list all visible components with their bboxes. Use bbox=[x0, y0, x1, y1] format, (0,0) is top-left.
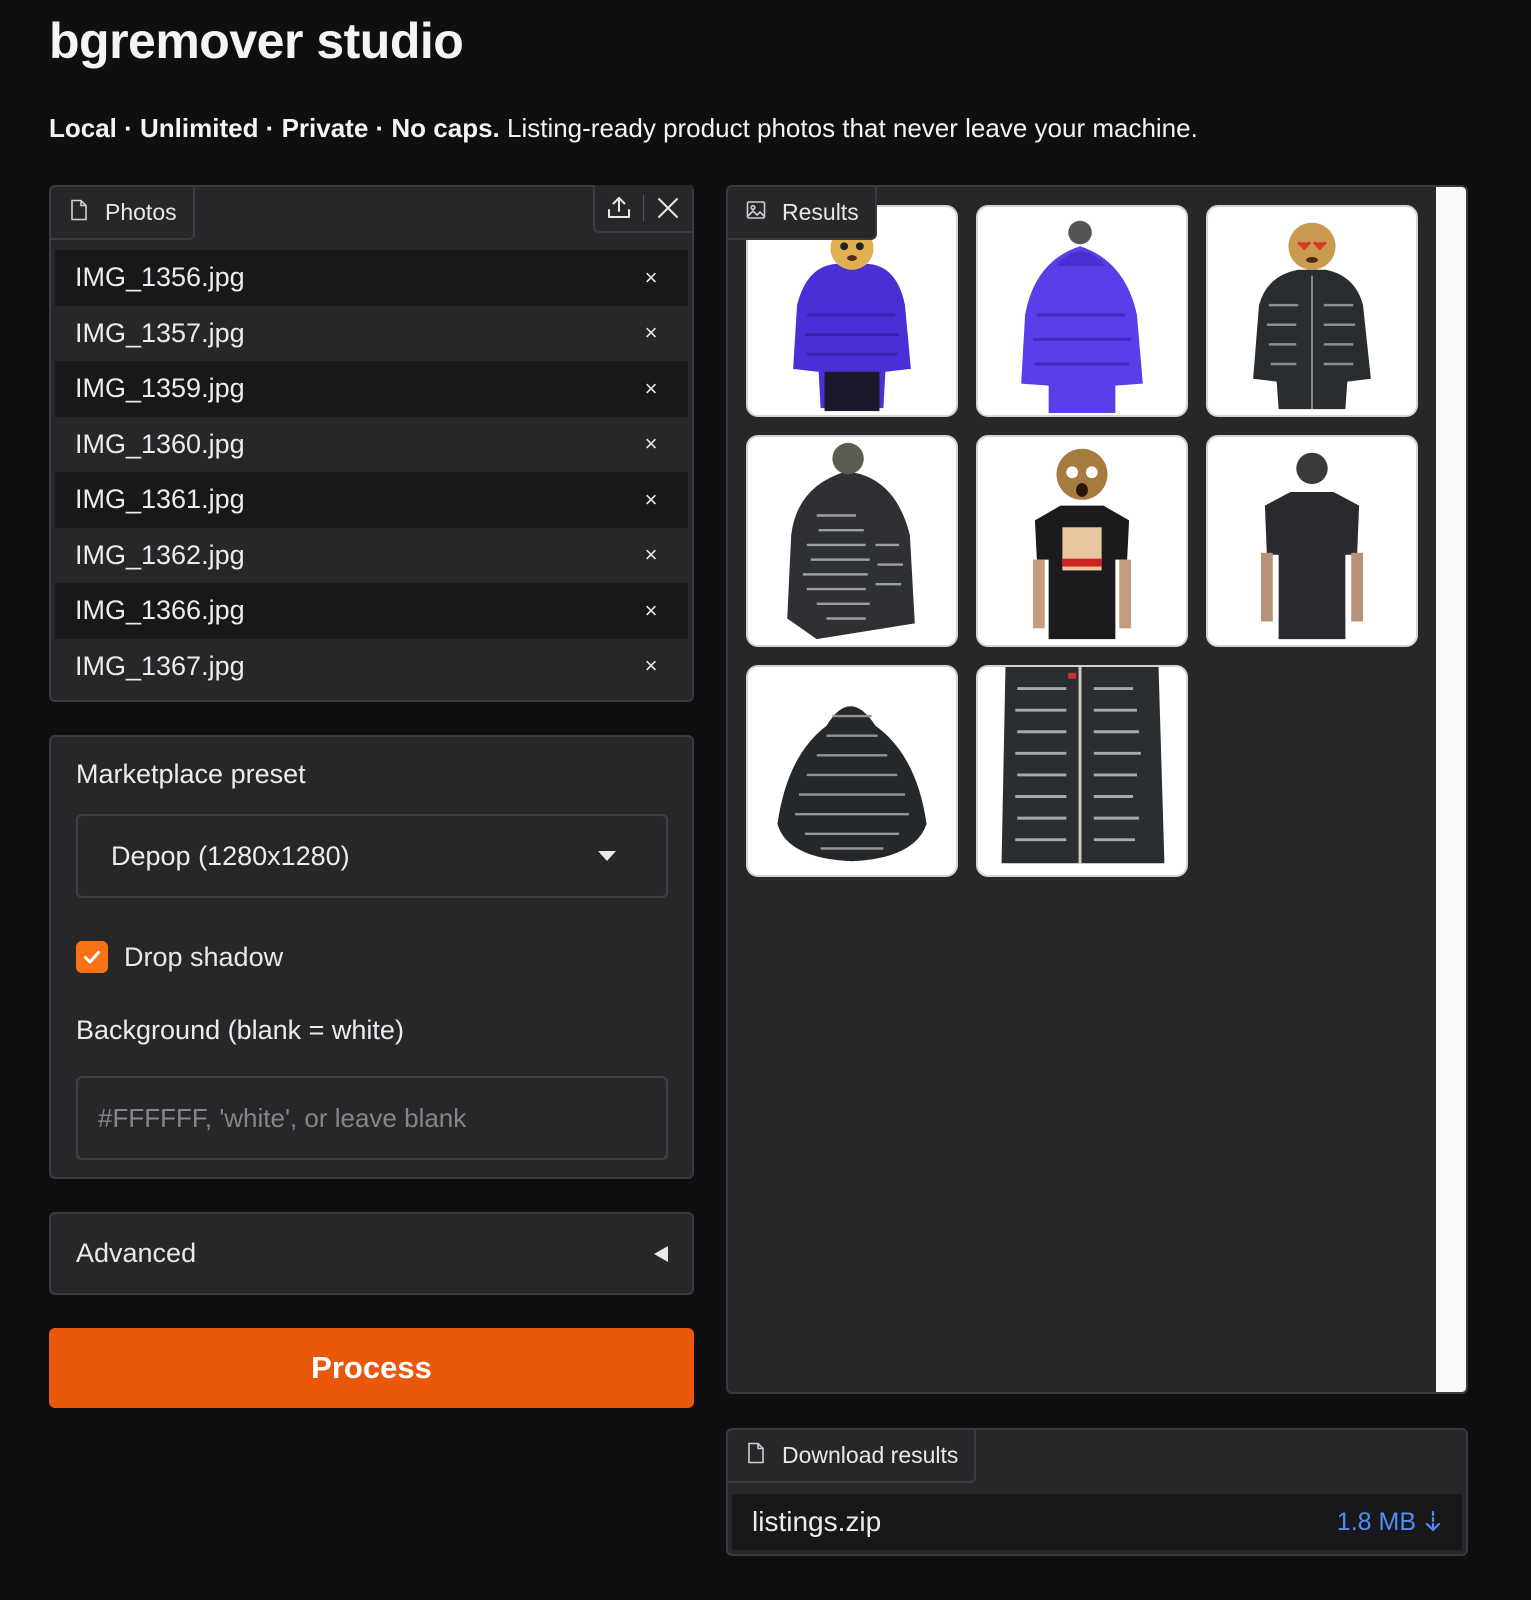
gallery-scrollbar[interactable] bbox=[1436, 187, 1466, 1392]
result-thumbnail[interactable] bbox=[976, 665, 1188, 877]
photos-toolbar bbox=[593, 185, 692, 233]
tagline-bold: Local · Unlimited · Private · No caps. bbox=[49, 113, 500, 143]
remove-file-button[interactable]: × bbox=[638, 487, 664, 513]
file-name: IMG_1359.jpg bbox=[75, 373, 245, 404]
result-thumbnail[interactable] bbox=[976, 205, 1188, 417]
preset-label: Marketplace preset bbox=[76, 759, 306, 789]
upload-button[interactable] bbox=[595, 186, 643, 230]
clear-button[interactable] bbox=[644, 186, 692, 230]
file-list-item: IMG_1367.jpg × bbox=[55, 638, 688, 694]
file-list-item: IMG_1366.jpg × bbox=[55, 583, 688, 639]
drop-shadow-checkbox[interactable] bbox=[76, 941, 108, 973]
file-name: IMG_1356.jpg bbox=[75, 262, 245, 293]
advanced-accordion[interactable]: Advanced bbox=[49, 1212, 694, 1295]
file-name: IMG_1367.jpg bbox=[75, 650, 245, 681]
preset-select[interactable]: Depop (1280x1280) bbox=[76, 814, 668, 898]
remove-file-button[interactable]: × bbox=[638, 320, 664, 346]
file-name: IMG_1362.jpg bbox=[75, 539, 245, 570]
result-thumbnail[interactable] bbox=[1206, 205, 1418, 417]
file-name: IMG_1357.jpg bbox=[75, 317, 245, 348]
file-icon bbox=[746, 1442, 766, 1470]
download-file-row: listings.zip 1.8 MB bbox=[732, 1494, 1462, 1550]
file-icon bbox=[69, 199, 89, 227]
result-thumbnail[interactable] bbox=[1206, 435, 1418, 647]
file-list-item: IMG_1359.jpg × bbox=[55, 361, 688, 417]
check-icon bbox=[84, 951, 100, 964]
background-input[interactable] bbox=[76, 1076, 668, 1160]
preset-value: Depop (1280x1280) bbox=[111, 840, 350, 871]
results-panel: Results bbox=[726, 185, 1468, 1394]
image-icon bbox=[746, 199, 766, 227]
file-list-item: IMG_1357.jpg × bbox=[55, 305, 688, 361]
zip-file-name: listings.zip bbox=[752, 1506, 882, 1537]
upload-icon bbox=[608, 197, 630, 218]
tagline-text: Listing-ready product photos that never … bbox=[499, 113, 1198, 143]
close-icon bbox=[658, 198, 678, 218]
remove-file-button[interactable]: × bbox=[638, 265, 664, 291]
remove-file-button[interactable]: × bbox=[638, 598, 664, 624]
tagline: Local · Unlimited · Private · No caps. L… bbox=[49, 113, 1198, 144]
result-thumbnail[interactable] bbox=[746, 665, 958, 877]
app-title: bgremover studio bbox=[49, 13, 464, 69]
download-label: Download results bbox=[782, 1442, 959, 1468]
settings-panel: Marketplace preset Depop (1280x1280) Dro… bbox=[49, 735, 694, 1179]
results-gallery bbox=[746, 205, 1418, 877]
photos-tab: Photos bbox=[49, 185, 195, 240]
result-thumbnail[interactable] bbox=[746, 435, 958, 647]
photos-panel: Photos IMG_1356.jpg × IMG_1357.jpg × IMG_135… bbox=[49, 185, 694, 702]
results-label: Results bbox=[782, 199, 859, 225]
file-list-item: IMG_1362.jpg × bbox=[55, 527, 688, 583]
remove-file-button[interactable]: × bbox=[638, 542, 664, 568]
file-list-item: IMG_1356.jpg × bbox=[55, 250, 688, 306]
chevron-down-icon bbox=[598, 851, 616, 861]
result-thumbnail[interactable] bbox=[976, 435, 1188, 647]
download-link[interactable]: 1.8 MB bbox=[1337, 1508, 1442, 1537]
results-tab: Results bbox=[728, 187, 877, 240]
drop-shadow-label: Drop shadow bbox=[124, 941, 284, 972]
file-list: IMG_1356.jpg × IMG_1357.jpg × IMG_1359.jpg × I… bbox=[55, 250, 688, 694]
photos-label: Photos bbox=[105, 199, 177, 225]
process-button[interactable]: Process bbox=[49, 1328, 694, 1408]
download-arrow-icon bbox=[1425, 1510, 1441, 1532]
chevron-left-icon bbox=[654, 1245, 668, 1262]
remove-file-button[interactable]: × bbox=[638, 653, 664, 679]
remove-file-button[interactable]: × bbox=[638, 431, 664, 457]
advanced-label: Advanced bbox=[76, 1238, 197, 1268]
file-name: IMG_1361.jpg bbox=[75, 484, 245, 515]
drop-shadow-toggle[interactable]: Drop shadow bbox=[76, 941, 283, 973]
zip-file-size: 1.8 MB bbox=[1336, 1507, 1416, 1536]
file-list-item: IMG_1360.jpg × bbox=[55, 416, 688, 472]
background-label: Background (blank = white) bbox=[76, 1015, 404, 1045]
remove-file-button[interactable]: × bbox=[638, 376, 664, 402]
download-panel: Download results listings.zip 1.8 MB bbox=[726, 1428, 1468, 1556]
download-tab: Download results bbox=[726, 1428, 977, 1483]
file-name: IMG_1360.jpg bbox=[75, 428, 245, 459]
file-list-item: IMG_1361.jpg × bbox=[55, 472, 688, 528]
file-name: IMG_1366.jpg bbox=[75, 595, 245, 626]
